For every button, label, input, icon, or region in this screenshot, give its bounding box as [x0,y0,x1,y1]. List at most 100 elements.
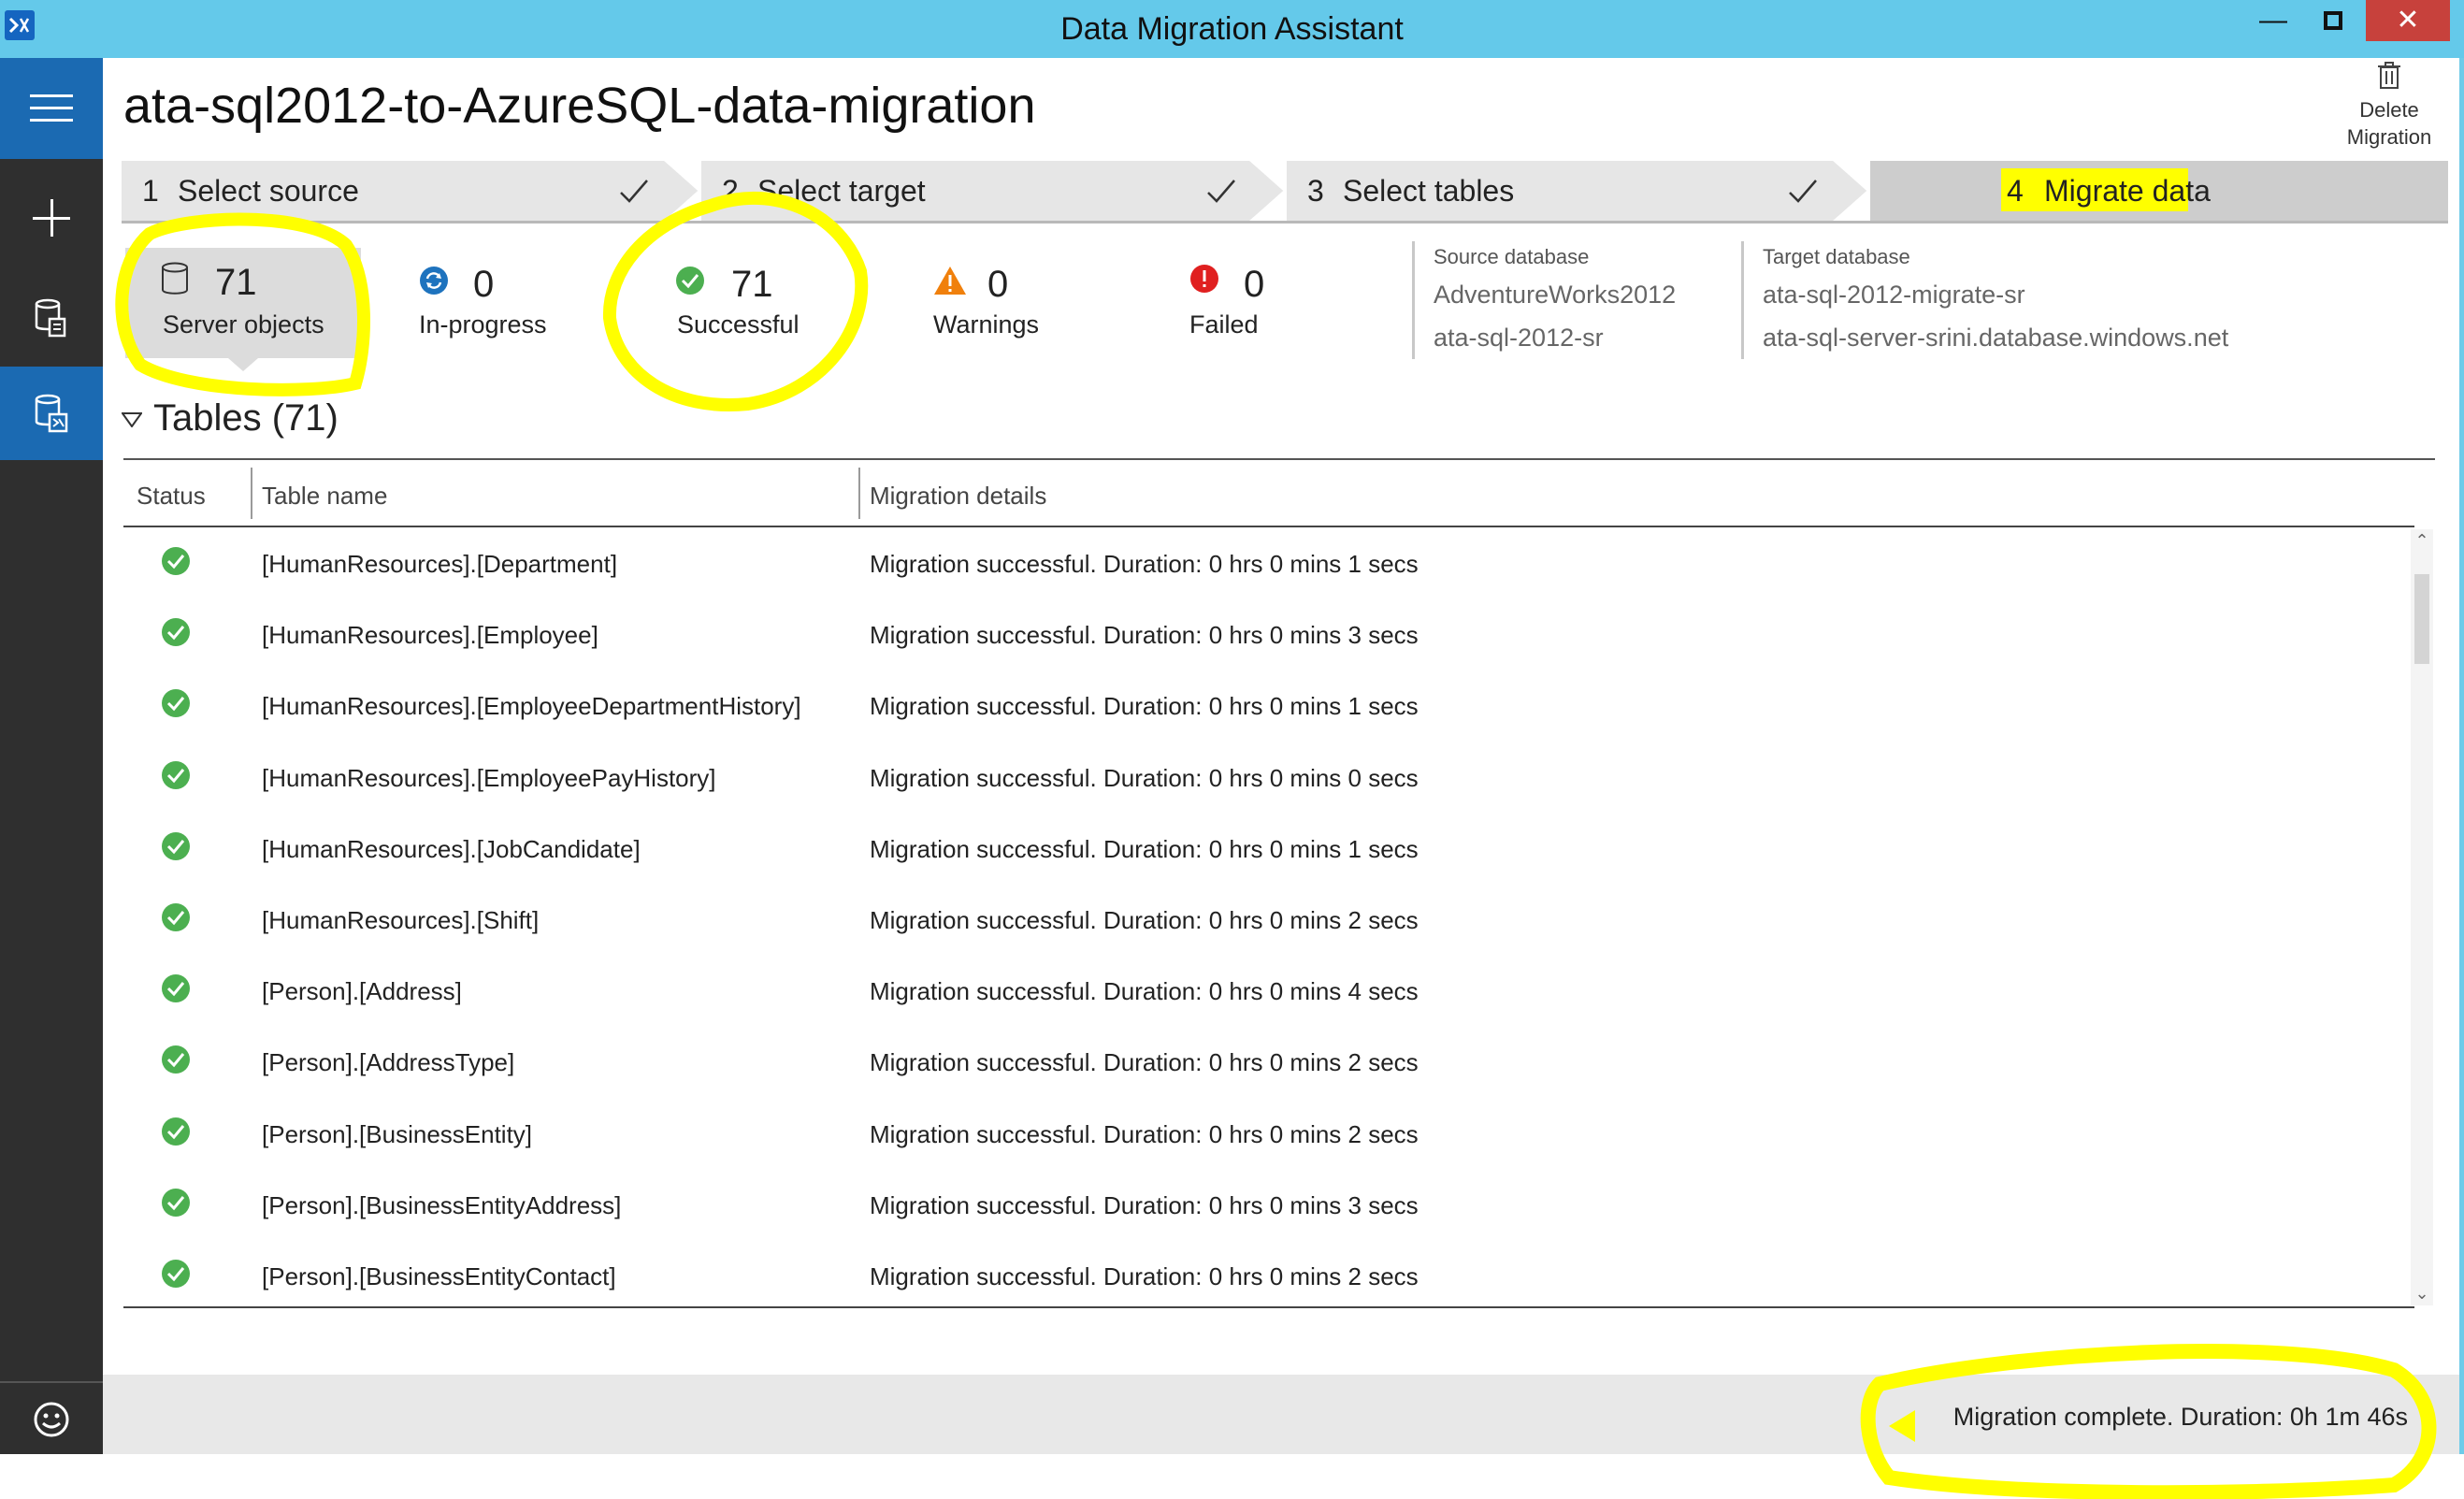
table-name-cell: [Person].[AddressType] [262,1048,515,1077]
step-separator [1249,161,1287,221]
hamburger-menu-icon [30,94,73,122]
vertical-scrollbar[interactable]: ⌃ ⌄ [2411,529,2433,1305]
migration-details-cell: Migration successful. Duration: 0 hrs 0 … [870,1262,1419,1290]
table-row[interactable]: [Person].[BusinessEntity] Migration succe… [123,1100,2414,1171]
column-header-table-name[interactable]: Table name [262,482,387,511]
step-wizard: 1 Select source 2 Select target 3 Select… [122,161,2448,223]
step-number: 3 [1307,174,1324,208]
migration-details-cell: Migration successful. Duration: 0 hrs 0 … [870,763,1419,792]
source-database-heading: Source database [1434,245,1590,268]
status-bar: Migration complete. Duration: 0h 1m 46s [103,1375,2464,1454]
column-resizer[interactable] [858,468,860,519]
step-select-source[interactable]: 1 Select source [122,161,664,221]
successful-label: Successful [677,310,800,339]
migration-details-cell: Migration successful. Duration: 0 hrs 0 … [870,977,1419,1006]
table-name-cell: [HumanResources].[JobCandidate] [262,834,641,863]
grid-bottom-border [123,1306,2414,1308]
migration-details-cell: Migration successful. Duration: 0 hrs 0 … [870,1119,1419,1148]
success-status-icon [162,903,190,931]
step-separator [664,161,701,221]
table-name-cell: [HumanResources].[Employee] [262,621,598,650]
window-title: Data Migration Assistant [1060,11,1404,47]
project-title: ata-sql2012-to-AzureSQL-data-migration [123,78,1036,134]
maximize-icon [2324,11,2342,30]
table-row[interactable]: [HumanResources].[Employee] Migration suc… [123,600,2414,671]
step-label: Select source [178,174,359,208]
target-database-panel: Target database ata-sql-2012-migrate-sr … [1741,241,2228,359]
table-row[interactable]: [HumanResources].[EmployeeDepartmentHist… [123,671,2414,742]
success-icon [676,267,704,295]
success-status-icon [162,831,190,860]
server-objects-label: Server objects [163,310,324,339]
smiley-feedback-icon [34,1402,69,1437]
scroll-up-icon[interactable]: ⌃ [2411,531,2433,551]
step-number: 4 [2007,174,2024,208]
delete-migration-button[interactable]: Delete Migration [2333,62,2445,151]
table-row[interactable]: [HumanResources].[JobCandidate] Migration… [123,814,2414,886]
assessment-nav-button[interactable] [0,268,103,367]
checkmark-icon [620,180,648,203]
title-bar: Data Migration Assistant — ✕ [0,0,2464,58]
table-row[interactable]: [HumanResources].[Shift] Migration succes… [123,886,2414,957]
success-status-icon [162,1045,190,1074]
column-header-status[interactable]: Status [137,482,206,511]
table-name-cell: [Person].[BusinessEntityAddress] [262,1190,622,1219]
step-number: 2 [722,174,739,208]
checkmark-icon [1207,180,1235,203]
source-server-name: ata-sql-2012-sr [1434,324,1604,352]
trash-icon [2378,62,2400,89]
minimize-button[interactable]: — [2246,0,2300,41]
section-divider [123,458,2435,460]
success-status-icon [162,1117,190,1146]
feedback-button[interactable] [0,1386,103,1453]
table-row[interactable]: [Person].[BusinessEntityAddress] Migratio… [123,1171,2414,1242]
success-status-icon [162,974,190,1003]
migration-icon [35,394,68,433]
migration-nav-button[interactable] [0,367,103,460]
success-status-icon [162,1260,190,1288]
scrollbar-thumb[interactable] [2414,574,2429,664]
server-objects-count: 71 [215,262,257,303]
table-name-cell: [HumanResources].[EmployeeDepartmentHist… [262,692,801,721]
failed-count: 0 [1244,264,1265,305]
table-header-row: Status Table name Migration details [123,468,2414,527]
step-select-target[interactable]: 2 Select target [701,161,1249,221]
checkmark-icon [1789,180,1817,203]
assessment-icon [35,298,66,337]
close-button[interactable]: ✕ [2366,0,2450,41]
in-progress-label: In-progress [419,310,547,339]
column-resizer[interactable] [251,468,252,519]
collapse-triangle-icon [122,412,142,427]
plus-icon [33,198,70,237]
table-name-cell: [Person].[BusinessEntity] [262,1119,533,1148]
left-navigation [0,58,103,1454]
table-row[interactable]: [Person].[AddressType] Migration successf… [123,1028,2414,1099]
table-name-cell: [HumanResources].[Department] [262,550,618,578]
table-row[interactable]: [HumanResources].[Department] Migration s… [123,529,2414,600]
new-project-button[interactable] [0,168,103,267]
migration-details-cell: Migration successful. Duration: 0 hrs 0 … [870,621,1419,650]
table-name-cell: [Person].[BusinessEntityContact] [262,1262,616,1290]
step-select-tables[interactable]: 3 Select tables [1287,161,1833,221]
column-header-migration-details[interactable]: Migration details [870,482,1046,511]
source-database-name: AdventureWorks2012 [1434,281,1677,309]
step-number: 1 [142,174,159,208]
maximize-button[interactable] [2306,0,2360,41]
migration-details-cell: Migration successful. Duration: 0 hrs 0 … [870,906,1419,934]
success-status-icon [162,547,190,575]
step-migrate-data[interactable]: 4 Migrate data [1870,161,2448,221]
migration-details-cell: Migration successful. Duration: 0 hrs 0 … [870,834,1419,863]
step-label: Migrate data [2044,174,2211,208]
scroll-down-icon[interactable]: ⌄ [2411,1284,2433,1304]
menu-button[interactable] [0,58,103,159]
table-name-cell: [HumanResources].[Shift] [262,906,540,934]
success-status-icon [162,1188,190,1217]
table-row[interactable]: [HumanResources].[EmployeePayHistory] Mig… [123,743,2414,814]
migration-details-cell: Migration successful. Duration: 0 hrs 0 … [870,692,1419,721]
table-row[interactable]: [Person].[Address] Migration successful. … [123,957,2414,1028]
in-progress-icon [420,267,448,295]
success-status-icon [162,618,190,647]
tables-section-title: Tables (71) [153,397,339,439]
table-row[interactable]: [Person].[BusinessEntityContact] Migratio… [123,1242,2414,1305]
delete-migration-label-line2: Migration [2346,125,2432,149]
